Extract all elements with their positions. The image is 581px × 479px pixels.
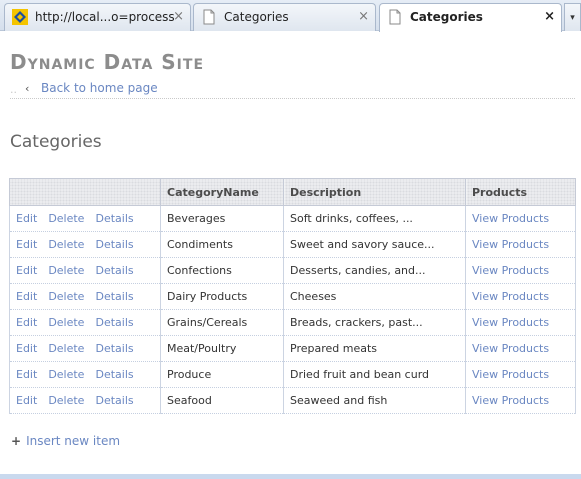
table-row: Edit Delete Details Meat/Poultry Prepared me… <box>9 335 576 362</box>
row-actions: Edit Delete Details <box>9 335 161 362</box>
site-favicon-icon <box>12 9 28 25</box>
row-actions: Edit Delete Details <box>9 205 161 232</box>
delete-link[interactable]: Delete <box>48 368 84 381</box>
description-cell: Dried fruit and bean curd <box>283 361 466 388</box>
tab-close-icon[interactable]: × <box>173 9 184 24</box>
page-heading: Categories <box>10 132 102 152</box>
category-name-cell: Seafood <box>160 387 284 414</box>
delete-link[interactable]: Delete <box>48 316 84 329</box>
browser-tab-strip: http://local...o=processar × Categories … <box>0 0 581 32</box>
tab-categories[interactable]: Categories × <box>193 3 376 31</box>
tab-localhost[interactable]: http://local...o=processar × <box>4 3 191 31</box>
column-header-category-name[interactable]: CategoryName <box>160 178 284 206</box>
insert-new-item: + Insert new item <box>11 434 120 448</box>
edit-link[interactable]: Edit <box>16 290 37 303</box>
table-row: Edit Delete Details Grains/Cereals Breads, c… <box>9 309 576 336</box>
categories-grid: CategoryName Description Products Edit De… <box>9 178 576 414</box>
site-title: Dynamic Data Site <box>10 50 205 74</box>
row-actions: Edit Delete Details <box>9 231 161 258</box>
edit-link[interactable]: Edit <box>16 368 37 381</box>
insert-new-item-link[interactable]: Insert new item <box>26 434 120 448</box>
description-cell: Sweet and savory sauce... <box>283 231 466 258</box>
row-actions: Edit Delete Details <box>9 283 161 310</box>
table-row: Edit Delete Details Produce Dried fruit and … <box>9 361 576 388</box>
description-cell: Seaweed and fish <box>283 387 466 414</box>
column-header-products: Products <box>465 178 576 206</box>
view-products-link[interactable]: View Products <box>465 309 576 336</box>
view-products-link[interactable]: View Products <box>465 205 576 232</box>
window-bottom-border <box>0 474 581 479</box>
edit-link[interactable]: Edit <box>16 394 37 407</box>
back-arrow-icon: ‹ <box>25 82 30 95</box>
table-row: Edit Delete Details Confections Desserts, ca… <box>9 257 576 284</box>
category-name-cell: Condiments <box>160 231 284 258</box>
description-cell: Prepared meats <box>283 335 466 362</box>
details-link[interactable]: Details <box>95 212 133 225</box>
delete-link[interactable]: Delete <box>48 238 84 251</box>
description-cell: Breads, crackers, past... <box>283 309 466 336</box>
edit-link[interactable]: Edit <box>16 238 37 251</box>
details-link[interactable]: Details <box>95 342 133 355</box>
details-link[interactable]: Details <box>95 316 133 329</box>
column-header-actions <box>9 178 161 206</box>
page-icon <box>203 9 215 25</box>
table-row: Edit Delete Details Dairy Products Cheeses Vi… <box>9 283 576 310</box>
category-name-cell: Meat/Poultry <box>160 335 284 362</box>
description-cell: Desserts, candies, and... <box>283 257 466 284</box>
tab-label: Categories <box>410 10 483 24</box>
tab-categories-active[interactable]: Categories × <box>379 3 562 32</box>
tab-label: http://local...o=processar <box>35 10 175 24</box>
details-link[interactable]: Details <box>95 238 133 251</box>
view-products-link[interactable]: View Products <box>465 387 576 414</box>
row-actions: Edit Delete Details <box>9 309 161 336</box>
tab-label: Categories <box>224 10 289 24</box>
category-name-cell: Confections <box>160 257 284 284</box>
delete-link[interactable]: Delete <box>48 290 84 303</box>
tab-list-dropdown-icon[interactable]: ▾ <box>564 3 581 31</box>
grid-body: Edit Delete Details Beverages Soft drinks, c… <box>9 205 576 414</box>
view-products-link[interactable]: View Products <box>465 231 576 258</box>
delete-link[interactable]: Delete <box>48 212 84 225</box>
delete-link[interactable]: Delete <box>48 394 84 407</box>
dotted-divider: .. <box>10 83 17 96</box>
view-products-link[interactable]: View Products <box>465 361 576 388</box>
view-products-link[interactable]: View Products <box>465 335 576 362</box>
view-products-link[interactable]: View Products <box>465 257 576 284</box>
plus-icon: + <box>11 434 22 448</box>
edit-link[interactable]: Edit <box>16 212 37 225</box>
back-to-home-link[interactable]: Back to home page <box>41 81 166 95</box>
row-actions: Edit Delete Details <box>9 387 161 414</box>
description-cell: Soft drinks, coffees, ... <box>283 205 466 232</box>
table-row: Edit Delete Details Condiments Sweet and sav… <box>9 231 576 258</box>
tab-close-icon[interactable]: × <box>358 9 369 24</box>
details-link[interactable]: Details <box>95 368 133 381</box>
details-link[interactable]: Details <box>95 290 133 303</box>
category-name-cell: Dairy Products <box>160 283 284 310</box>
category-name-cell: Produce <box>160 361 284 388</box>
details-link[interactable]: Details <box>95 394 133 407</box>
category-name-cell: Beverages <box>160 205 284 232</box>
edit-link[interactable]: Edit <box>16 342 37 355</box>
view-products-link[interactable]: View Products <box>465 283 576 310</box>
table-row: Edit Delete Details Seafood Seaweed and fish… <box>9 387 576 414</box>
edit-link[interactable]: Edit <box>16 316 37 329</box>
details-link[interactable]: Details <box>95 264 133 277</box>
grid-header-row: CategoryName Description Products <box>9 178 576 206</box>
category-name-cell: Grains/Cereals <box>160 309 284 336</box>
edit-link[interactable]: Edit <box>16 264 37 277</box>
page-icon <box>389 9 401 25</box>
row-actions: Edit Delete Details <box>9 361 161 388</box>
column-header-description[interactable]: Description <box>283 178 466 206</box>
delete-link[interactable]: Delete <box>48 342 84 355</box>
tab-close-icon[interactable]: × <box>544 9 555 24</box>
row-actions: Edit Delete Details <box>9 257 161 284</box>
table-row: Edit Delete Details Beverages Soft drinks, c… <box>9 205 576 232</box>
home-navigation: .. ‹ Back to home page <box>10 80 575 99</box>
description-cell: Cheeses <box>283 283 466 310</box>
delete-link[interactable]: Delete <box>48 264 84 277</box>
